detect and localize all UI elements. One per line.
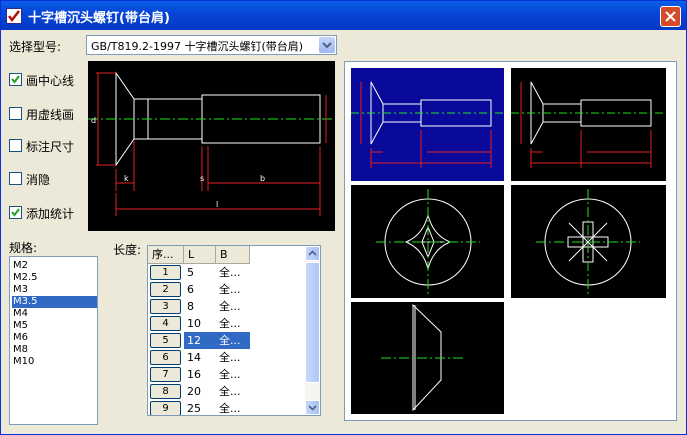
app-check-icon xyxy=(6,8,22,24)
cell-b[interactable]: 全... xyxy=(216,298,250,315)
row-number-button[interactable]: 1 xyxy=(150,265,181,280)
close-button[interactable] xyxy=(660,6,681,27)
model-select[interactable]: GB/T819.2-1997 十字槽沉头螺钉(带台肩) xyxy=(86,35,337,55)
option-label: 用虚线画 xyxy=(26,108,75,122)
spec-item-m2-5[interactable]: M2.5 xyxy=(12,272,97,284)
cell-b[interactable]: 全... xyxy=(216,366,250,383)
length-label: 长度: xyxy=(113,243,142,257)
column-header-l[interactable]: L xyxy=(184,246,216,264)
chevron-down-icon xyxy=(322,42,332,49)
checkbox-draw-centerline[interactable] xyxy=(9,73,22,86)
dim-label-l: l xyxy=(216,200,218,209)
cell-b[interactable]: 全... xyxy=(216,264,250,281)
chevron-up-icon xyxy=(308,250,317,256)
scroll-down-button[interactable] xyxy=(305,400,320,415)
cell-l[interactable]: 10 xyxy=(184,315,216,332)
view-top-straight-recess[interactable] xyxy=(511,185,666,298)
dialog-window: 十字槽沉头螺钉(带台肩) 选择型号: GB/T819.2-1997 十字槽沉头螺… xyxy=(0,0,687,435)
cell-l[interactable]: 12 xyxy=(184,332,216,349)
cell-b[interactable]: 全... xyxy=(216,383,250,400)
cell-l[interactable]: 5 xyxy=(184,264,216,281)
view-side-dimensioned[interactable] xyxy=(511,68,666,181)
row-number-button[interactable]: 7 xyxy=(150,367,181,382)
row-number-button[interactable]: 9 xyxy=(150,401,181,415)
view-top-curved-recess[interactable] xyxy=(351,185,504,298)
checkbox-dashed-lines[interactable] xyxy=(9,107,22,120)
model-dropdown-button[interactable] xyxy=(319,37,335,53)
option-label: 添加统计 xyxy=(26,207,75,221)
spec-item-m3[interactable]: M3 xyxy=(12,284,97,296)
view-head-profile[interactable] xyxy=(351,302,504,414)
row-number-button[interactable]: 8 xyxy=(150,384,181,399)
check-icon xyxy=(11,208,20,217)
spec-item-m2[interactable]: M2 xyxy=(12,260,97,272)
cell-l[interactable]: 25 xyxy=(184,400,216,415)
cell-l[interactable]: 20 xyxy=(184,383,216,400)
dim-label-d: d xyxy=(91,116,96,125)
dim-label-k: k xyxy=(124,174,129,183)
spec-item-m10[interactable]: M10 xyxy=(12,356,97,368)
row-number-button[interactable]: 3 xyxy=(150,299,181,314)
grid-scrollbar[interactable] xyxy=(305,246,320,415)
cell-l[interactable]: 16 xyxy=(184,366,216,383)
screw-side-view-thumbnail xyxy=(351,81,504,168)
screw-side-view-drawing: d k s b l xyxy=(88,71,335,216)
row-number-button[interactable]: 2 xyxy=(150,282,181,297)
dim-label-s: s xyxy=(200,174,204,183)
spec-list[interactable]: M2 M2.5 M3 M3.5 M4 M5 M6 M8 M10 xyxy=(9,256,98,425)
view-side-dimensioned-selected[interactable] xyxy=(351,68,504,181)
row-number-button[interactable]: 6 xyxy=(150,350,181,365)
option-label: 消隐 xyxy=(26,173,51,187)
cell-b[interactable]: 全... xyxy=(216,281,250,298)
spec-label: 规格: xyxy=(9,241,38,255)
view-gallery xyxy=(344,61,677,421)
cross-recess-top-view xyxy=(376,189,480,295)
scroll-thumb[interactable] xyxy=(305,262,320,383)
chevron-down-icon xyxy=(308,405,317,411)
spec-item-m6[interactable]: M6 xyxy=(12,332,97,344)
model-select-value: GB/T819.2-1997 十字槽沉头螺钉(带台肩) xyxy=(91,40,304,53)
cell-l[interactable]: 6 xyxy=(184,281,216,298)
option-label: 画中心线 xyxy=(26,74,75,88)
checkbox-hidden-line-removal[interactable] xyxy=(9,172,22,185)
checkbox-dimensions[interactable] xyxy=(9,139,22,152)
length-grid[interactable]: 序... L B 1 5 全... 2 6 全... 3 8 全... 4 10… xyxy=(147,245,321,416)
cell-l[interactable]: 14 xyxy=(184,349,216,366)
check-icon xyxy=(11,75,20,84)
dim-label-b: b xyxy=(260,174,265,183)
cell-l[interactable]: 8 xyxy=(184,298,216,315)
option-label: 标注尺寸 xyxy=(26,140,75,154)
scroll-up-button[interactable] xyxy=(305,246,320,261)
cross-recess-top-view xyxy=(536,189,640,295)
title-bar[interactable]: 十字槽沉头螺钉(带台肩) xyxy=(1,1,686,30)
cell-b[interactable]: 全... xyxy=(216,315,250,332)
cell-b[interactable]: 全... xyxy=(216,400,250,415)
spec-item-m5[interactable]: M5 xyxy=(12,320,97,332)
row-number-button[interactable]: 4 xyxy=(150,316,181,331)
close-icon xyxy=(665,11,676,22)
cell-b[interactable]: 全... xyxy=(216,332,250,349)
column-header-b[interactable]: B xyxy=(216,246,250,264)
spec-item-m3-5[interactable]: M3.5 xyxy=(12,296,97,308)
model-label: 选择型号: xyxy=(9,40,62,54)
row-number-button[interactable]: 5 xyxy=(150,333,181,348)
screw-head-profile-drawing xyxy=(381,303,463,412)
cell-b[interactable]: 全... xyxy=(216,349,250,366)
window-title: 十字槽沉头螺钉(带台肩) xyxy=(28,11,170,26)
screw-preview: d k s b l xyxy=(88,61,335,231)
checkbox-add-statistics[interactable] xyxy=(9,206,22,219)
column-header-no[interactable]: 序... xyxy=(148,246,184,264)
spec-item-m4[interactable]: M4 xyxy=(12,308,97,320)
screw-side-view-thumbnail xyxy=(511,81,666,168)
spec-item-m8[interactable]: M8 xyxy=(12,344,97,356)
